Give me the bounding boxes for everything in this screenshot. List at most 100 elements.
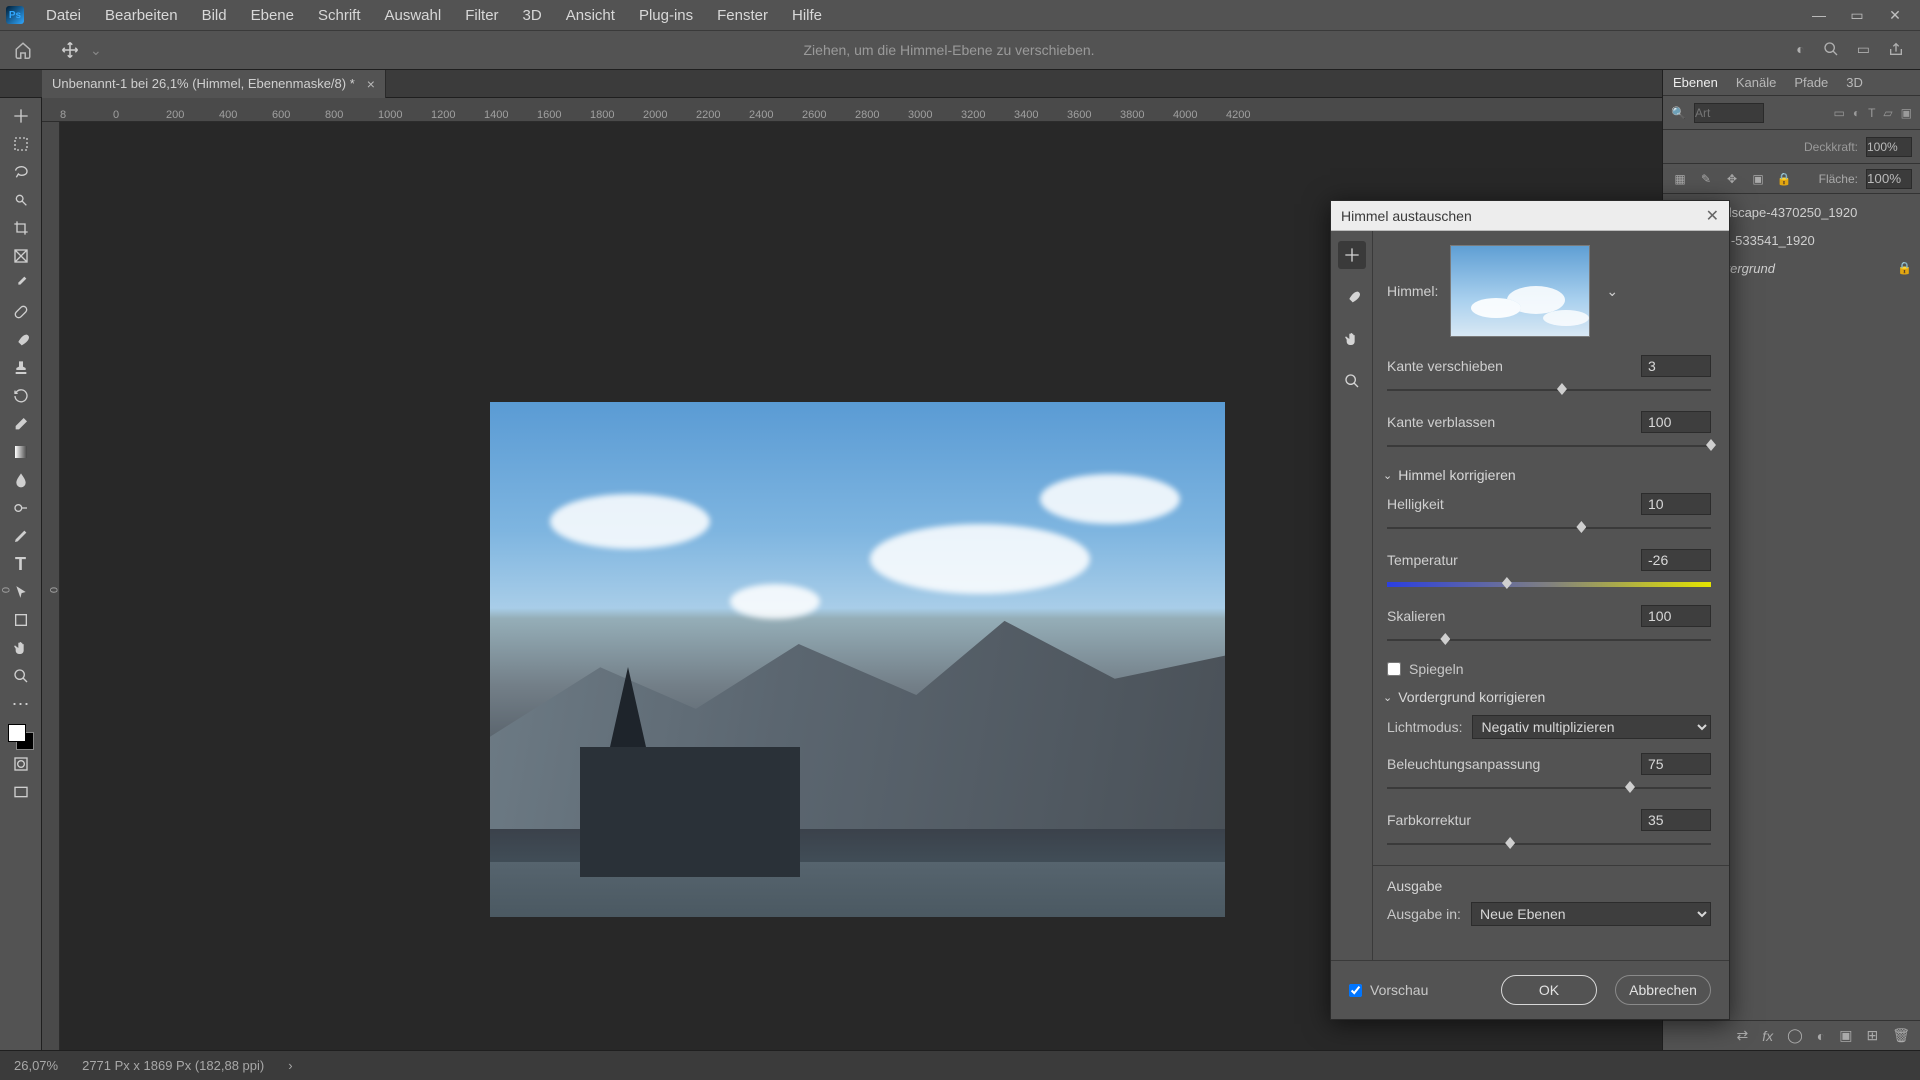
- stamp-tool[interactable]: [3, 354, 39, 382]
- menu-datei[interactable]: Datei: [34, 7, 93, 24]
- tab-kanaele[interactable]: Kanäle: [1736, 75, 1776, 90]
- share-icon[interactable]: [1888, 41, 1904, 60]
- lock-artboard-icon[interactable]: ▣: [1749, 170, 1767, 188]
- gradient-tool[interactable]: [3, 438, 39, 466]
- tab-pfade[interactable]: Pfade: [1794, 75, 1828, 90]
- scale-slider[interactable]: [1387, 631, 1711, 649]
- opacity-input[interactable]: [1866, 137, 1912, 157]
- quick-mask-toggle[interactable]: [3, 750, 39, 778]
- edge-fade-slider[interactable]: [1387, 437, 1711, 455]
- window-minimize-button[interactable]: —: [1800, 0, 1838, 30]
- lock-paint-icon[interactable]: ✎: [1697, 170, 1715, 188]
- tool-chevron-icon[interactable]: ⌄: [90, 42, 102, 59]
- adjustment-icon[interactable]: ◐: [1817, 1028, 1825, 1044]
- more-tools[interactable]: ⋯: [3, 690, 39, 718]
- tab-3d[interactable]: 3D: [1846, 75, 1863, 90]
- lock-move-icon[interactable]: ✥: [1723, 170, 1741, 188]
- light-mode-select[interactable]: Negativ multiplizieren: [1472, 715, 1711, 739]
- home-button[interactable]: [8, 35, 38, 65]
- blur-tool[interactable]: [3, 466, 39, 494]
- brightness-input[interactable]: [1641, 493, 1711, 515]
- menu-ansicht[interactable]: Ansicht: [554, 7, 627, 24]
- section-foreground-adjust[interactable]: ⌄ Vordergrund korrigieren: [1383, 689, 1711, 705]
- preview-checkbox[interactable]: [1349, 984, 1362, 997]
- link-layers-icon[interactable]: ⇄: [1736, 1027, 1748, 1044]
- close-tab-icon[interactable]: ×: [367, 76, 375, 92]
- light-adjust-input[interactable]: [1641, 753, 1711, 775]
- frame-tool[interactable]: [3, 242, 39, 270]
- group-icon[interactable]: ▣: [1839, 1027, 1852, 1044]
- lock-all-icon[interactable]: 🔒: [1775, 170, 1793, 188]
- tab-ebenen[interactable]: Ebenen: [1673, 75, 1718, 90]
- fx-icon[interactable]: fx: [1762, 1028, 1773, 1044]
- color-adjust-input[interactable]: [1641, 809, 1711, 831]
- menu-hilfe[interactable]: Hilfe: [780, 7, 834, 24]
- edge-shift-slider[interactable]: [1387, 381, 1711, 399]
- edge-fade-input[interactable]: [1641, 411, 1711, 433]
- dialog-hand-tool[interactable]: [1338, 325, 1366, 353]
- window-close-button[interactable]: ✕: [1876, 0, 1914, 30]
- ok-button[interactable]: OK: [1501, 975, 1597, 1005]
- cancel-button[interactable]: Abbrechen: [1615, 975, 1711, 1005]
- dialog-move-tool[interactable]: [1338, 241, 1366, 269]
- mask-icon[interactable]: ◯: [1787, 1027, 1803, 1044]
- brightness-slider[interactable]: [1387, 519, 1711, 537]
- dialog-close-button[interactable]: ✕: [1706, 206, 1719, 226]
- menu-3d[interactable]: 3D: [511, 7, 554, 24]
- scale-input[interactable]: [1641, 605, 1711, 627]
- lock-transparent-icon[interactable]: ▦: [1671, 170, 1689, 188]
- new-layer-icon[interactable]: ⊞: [1866, 1027, 1878, 1044]
- screen-mode-toggle[interactable]: [3, 778, 39, 806]
- sky-preset-thumbnail[interactable]: [1450, 245, 1590, 337]
- filter-type-icon[interactable]: T: [1868, 106, 1875, 120]
- document-tab[interactable]: Unbenannt-1 bei 26,1% (Himmel, Ebenenmas…: [42, 70, 386, 98]
- filter-shape-icon[interactable]: ▱: [1883, 106, 1892, 120]
- output-select[interactable]: Neue Ebenen: [1471, 902, 1711, 926]
- menu-bearbeiten[interactable]: Bearbeiten: [93, 7, 190, 24]
- lasso-tool[interactable]: [3, 158, 39, 186]
- filter-adjust-icon[interactable]: ◐: [1853, 106, 1860, 120]
- search-icon[interactable]: [1823, 41, 1839, 60]
- window-restore-button[interactable]: ▭: [1838, 0, 1876, 30]
- section-sky-adjust[interactable]: ⌄ Himmel korrigieren: [1383, 467, 1711, 483]
- menu-fenster[interactable]: Fenster: [705, 7, 780, 24]
- menu-auswahl[interactable]: Auswahl: [373, 7, 454, 24]
- status-chevron-icon[interactable]: ›: [288, 1058, 292, 1073]
- eyedropper-tool[interactable]: [3, 270, 39, 298]
- menu-schrift[interactable]: Schrift: [306, 7, 373, 24]
- zoom-tool[interactable]: [3, 662, 39, 690]
- menu-plugins[interactable]: Plug-ins: [627, 7, 705, 24]
- menu-bild[interactable]: Bild: [190, 7, 239, 24]
- light-adjust-slider[interactable]: [1387, 779, 1711, 797]
- quick-select-tool[interactable]: [3, 186, 39, 214]
- dialog-titlebar[interactable]: Himmel austauschen ✕: [1331, 201, 1729, 231]
- type-tool[interactable]: T: [3, 550, 39, 578]
- brush-tool[interactable]: [3, 326, 39, 354]
- hand-tool[interactable]: [3, 634, 39, 662]
- heal-tool[interactable]: [3, 298, 39, 326]
- move-tool[interactable]: [3, 102, 39, 130]
- history-brush-tool[interactable]: [3, 382, 39, 410]
- dialog-brush-tool[interactable]: [1338, 283, 1366, 311]
- menu-filter[interactable]: Filter: [453, 7, 510, 24]
- crop-tool[interactable]: [3, 214, 39, 242]
- sky-preset-chevron-icon[interactable]: ⌄: [1606, 283, 1618, 300]
- temperature-slider[interactable]: [1387, 575, 1711, 593]
- fill-input[interactable]: [1866, 169, 1912, 189]
- flip-checkbox[interactable]: [1387, 662, 1401, 676]
- menu-ebene[interactable]: Ebene: [239, 7, 306, 24]
- cloud-sync-icon[interactable]: ◐: [1796, 41, 1804, 60]
- dodge-tool[interactable]: [3, 494, 39, 522]
- filter-smart-icon[interactable]: ▣: [1901, 106, 1912, 120]
- layer-filter-input[interactable]: [1694, 103, 1764, 123]
- delete-layer-icon[interactable]: 🗑: [1892, 1027, 1910, 1044]
- edge-shift-input[interactable]: [1641, 355, 1711, 377]
- zoom-level[interactable]: 26,07%: [14, 1058, 58, 1073]
- color-swatches[interactable]: [8, 724, 34, 750]
- workspace-icon[interactable]: ▭: [1857, 41, 1870, 60]
- color-adjust-slider[interactable]: [1387, 835, 1711, 853]
- filter-image-icon[interactable]: ▭: [1833, 106, 1844, 120]
- rectangle-tool[interactable]: [3, 606, 39, 634]
- eraser-tool[interactable]: [3, 410, 39, 438]
- pen-tool[interactable]: [3, 522, 39, 550]
